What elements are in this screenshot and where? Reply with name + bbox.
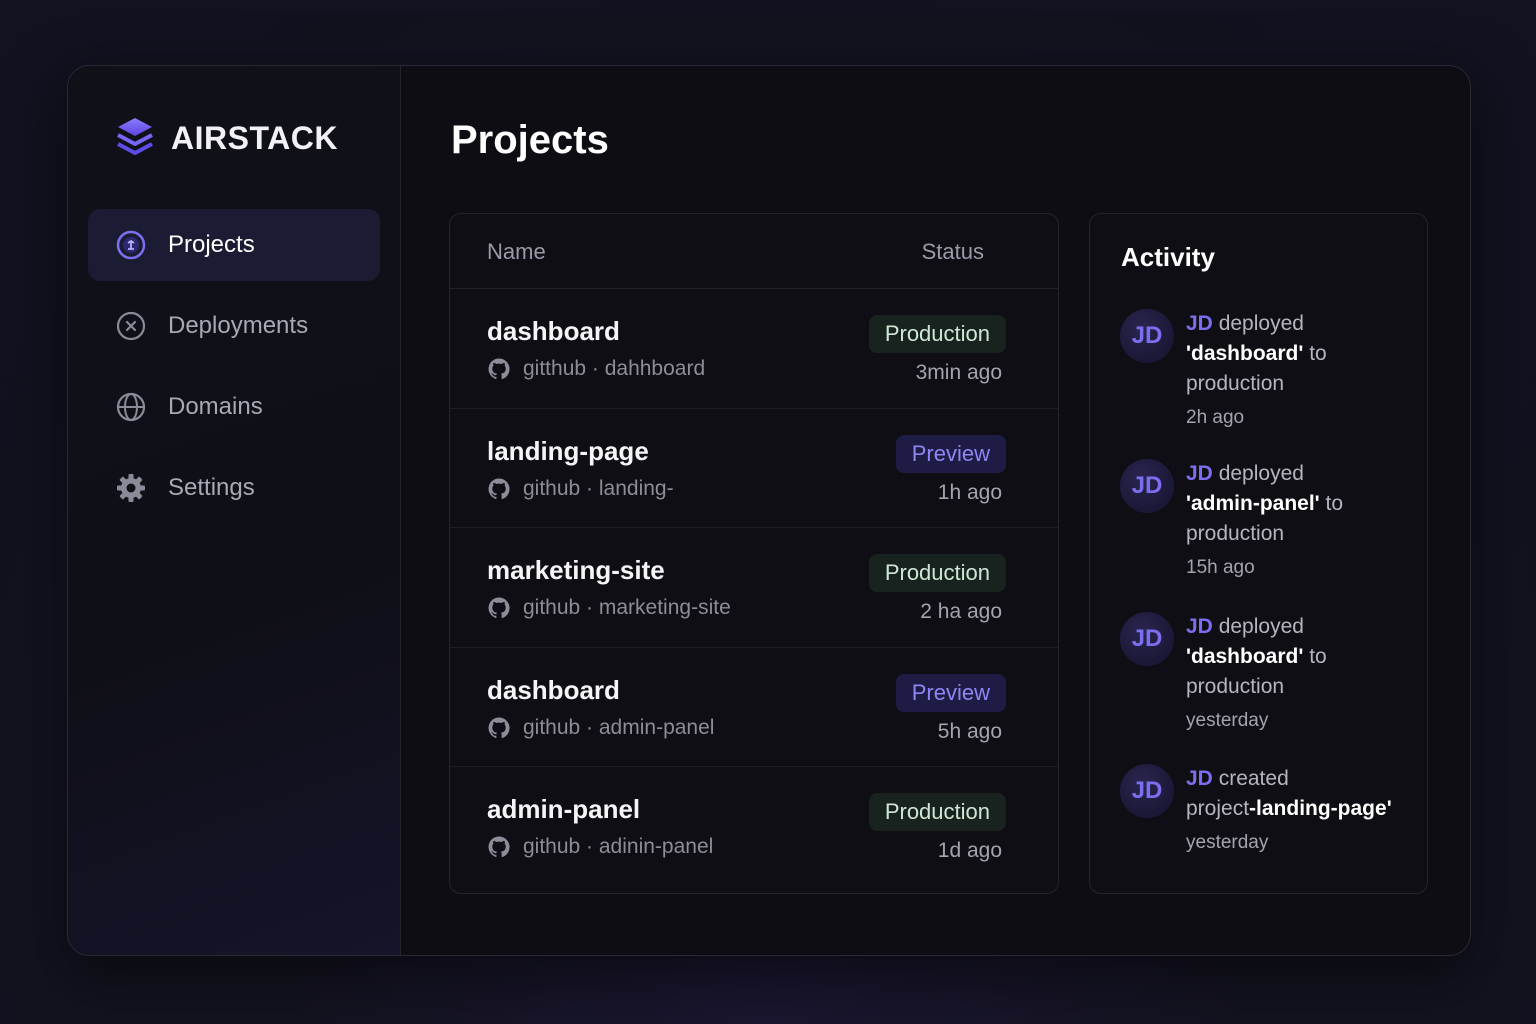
table-row[interactable]: marketing-site github · marketing-site Pro… [450,528,1058,648]
project-repo: github · admin-panel [487,716,714,740]
repo-label: github · adinin-panel [523,835,714,858]
repo-label: github · admin-panel [523,715,715,739]
globe-icon [115,391,147,423]
activity-text: JD created project-landing-page' yesterday [1186,764,1426,858]
activity-user[interactable]: JD [1186,615,1213,638]
status-badge: Production [868,554,1006,592]
activity-time: yesterday [1186,832,1269,853]
gear-icon [115,472,147,504]
activity-user[interactable]: JD [1186,767,1213,790]
github-icon [488,477,510,499]
table-row[interactable]: admin-panel github · adinin-panel Producti… [450,767,1058,887]
status-badge: Preview [895,434,1006,473]
project-name[interactable]: landing-page [487,436,649,467]
status-badge: Production [868,315,1006,353]
activity-action: created [1218,767,1289,790]
activity-prefix: project [1186,797,1250,820]
github-icon [488,836,510,857]
activity-target[interactable]: 'admin-panel' [1186,492,1320,515]
avatar[interactable]: JD [1120,764,1174,818]
activity-title: Activity [1121,242,1215,272]
deploy-time: 2 ha ago [920,600,1002,623]
sidebar: AIRSTACK Projects Deployments Domains Se… [68,66,401,955]
deploy-time: 3min ago [915,361,1002,384]
activity-time: 15h ago [1186,557,1255,578]
github-icon [488,716,510,738]
avatar[interactable]: JD [1120,612,1174,666]
sidebar-item-deployments[interactable]: Deployments [88,290,380,362]
project-repo: gitthub · dahhboard [487,357,705,381]
sidebar-item-label: Domains [168,393,263,420]
table-header: Name Status [450,214,1058,289]
activity-target[interactable]: -landing-page' [1249,797,1392,820]
column-header-status[interactable]: Status [922,239,984,265]
deployments-icon [115,310,147,342]
deploy-time: 5h ago [937,719,1002,743]
table-row[interactable]: dashboard gitthub · dahhboard Production 3m… [450,289,1058,409]
brand-name: AIRSTACK [171,119,338,156]
activity-panel: Activity JD JD deployed'dashboard' to pro… [1089,213,1428,894]
activity-target[interactable]: 'dashboard' [1186,645,1303,668]
avatar[interactable]: JD [1120,459,1174,513]
activity-time: 2h ago [1186,407,1245,428]
activity-target[interactable]: 'dashboard' [1186,342,1303,365]
table-row[interactable]: dashboard github · admin-panel Preview 5h a… [450,648,1058,767]
project-name[interactable]: admin-panel [487,794,640,825]
sidebar-item-domains[interactable]: Domains [88,371,380,443]
activity-time: yesterday [1186,710,1269,731]
project-name[interactable]: dashboard [487,316,620,347]
status-badge: Preview [895,673,1006,712]
brand[interactable]: AIRSTACK [115,114,338,162]
sidebar-item-label: Projects [168,231,255,258]
activity-text: JD deployed'admin-panel' to production 15… [1186,459,1426,583]
sidebar-item-label: Deployments [168,312,309,339]
avatar[interactable]: JD [1120,309,1174,363]
github-icon [488,597,510,618]
sidebar-item-settings[interactable]: Settings [88,452,380,524]
project-repo: github · adinin-panel [487,835,713,859]
activity-text: JD deployed'dashboard' to production yest… [1186,612,1426,736]
activity-action: deployed [1218,312,1304,335]
page-title: Projects [451,118,609,162]
column-header-name[interactable]: Name [487,239,546,265]
project-name[interactable]: marketing-site [487,555,665,586]
deploy-time: 1h ago [937,480,1002,504]
deploy-time: 1d ago [937,839,1002,862]
status-badge: Production [868,793,1006,831]
repo-label: github · marketing-site [523,596,731,619]
activity-user[interactable]: JD [1186,312,1213,335]
activity-action: deployed [1218,615,1304,638]
app-window: AIRSTACK Projects Deployments Domains Se… [67,65,1471,956]
repo-label: github · landing- [523,476,674,500]
project-repo: github · marketing-site [487,596,731,620]
project-name[interactable]: dashboard [487,675,620,706]
repo-label: gitthub · dahhboard [523,357,706,380]
activity-user[interactable]: JD [1186,462,1213,485]
table-row[interactable]: landing-page github · landing- Preview 1h a… [450,409,1058,528]
stack-layers-icon [117,118,153,155]
projects-icon [115,229,147,261]
sidebar-item-label: Settings [168,474,255,501]
sidebar-item-projects[interactable]: Projects [88,209,380,281]
projects-table: Name Status dashboard gitthub · dahhboard… [449,213,1059,894]
activity-action: deployed [1218,462,1304,485]
activity-text: JD deployed'dashboard' to production 2h a… [1186,309,1426,433]
project-repo: github · landing- [487,477,674,501]
github-icon [488,358,510,379]
